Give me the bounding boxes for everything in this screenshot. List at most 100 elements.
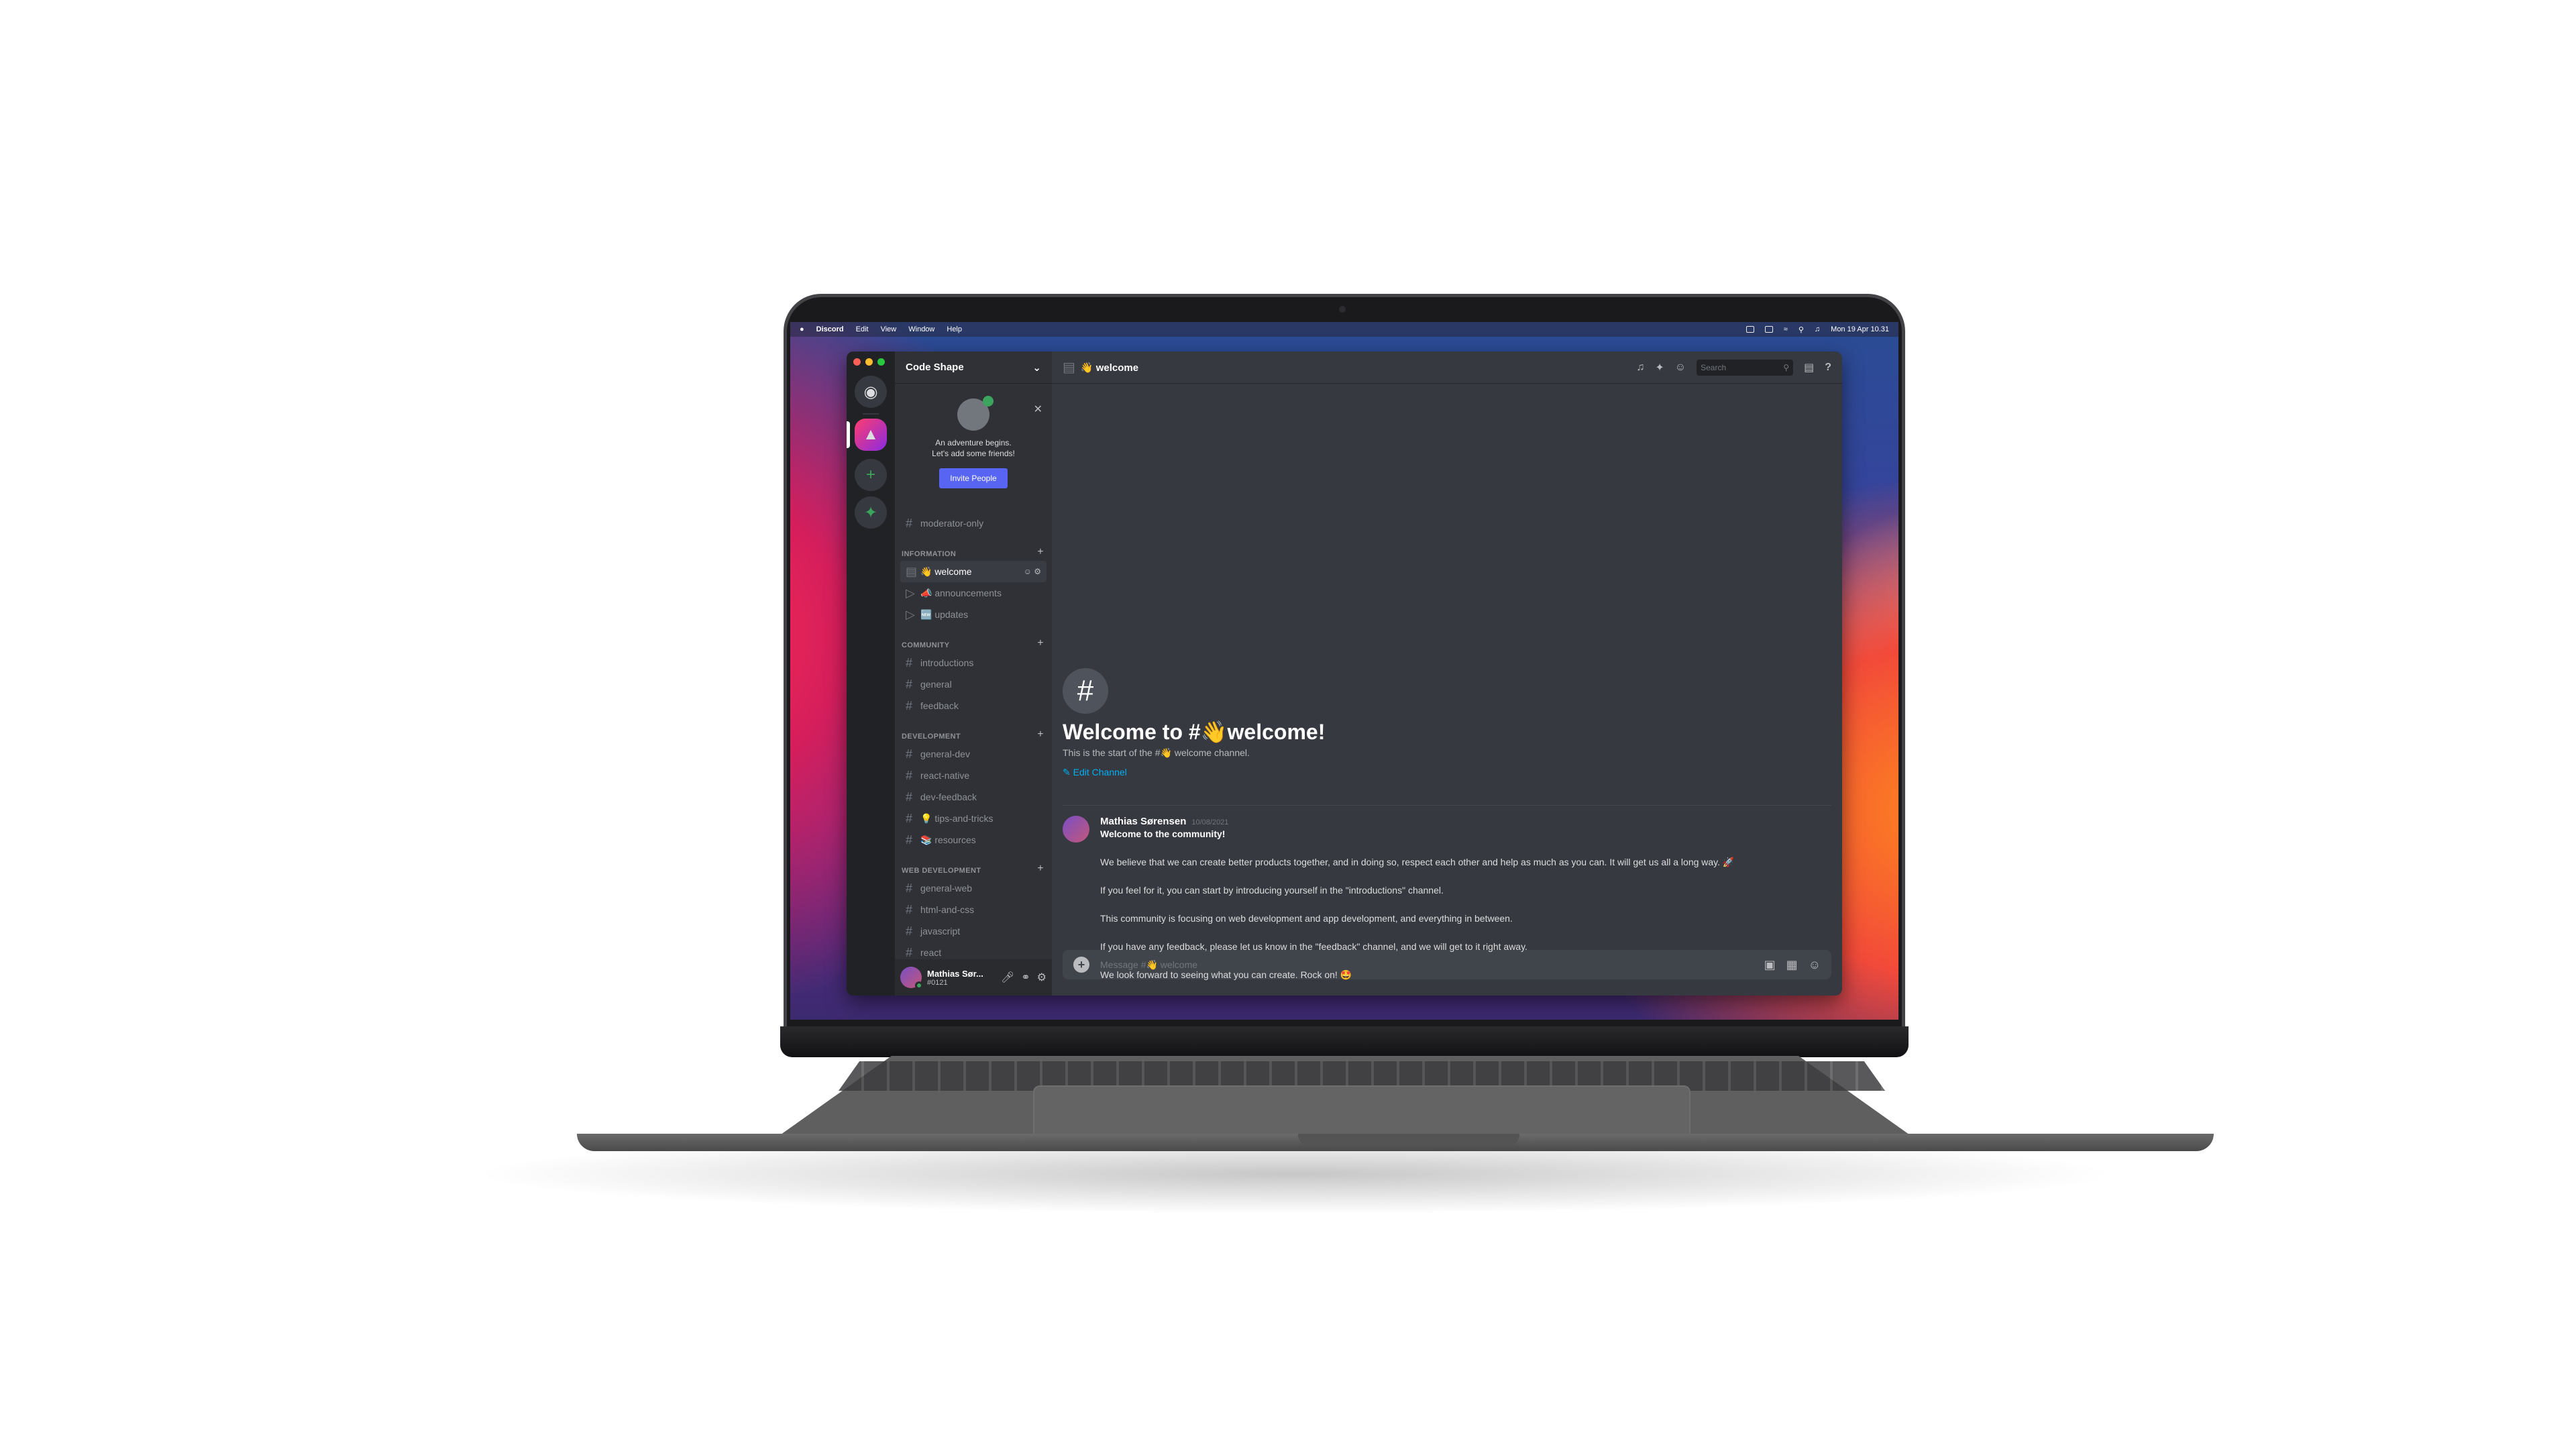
hash-icon: #: [906, 945, 913, 959]
discord-window: ◉ ▲ + ✦ Code Shape ⌄ ✕ An adventure begi…: [847, 352, 1842, 996]
channel-dev-feedback[interactable]: # dev-feedback: [900, 786, 1046, 808]
channel-label: 📚 resources: [920, 834, 976, 845]
invite-and-settings-icons[interactable]: ☺ ⚙: [1024, 567, 1041, 576]
hash-icon: #: [906, 768, 913, 782]
display-icon[interactable]: [1746, 326, 1754, 333]
laptop-hinge: [780, 1026, 1909, 1057]
menu-view[interactable]: View: [881, 325, 897, 333]
edit-channel-link[interactable]: ✎ Edit Channel: [1063, 767, 1325, 778]
user-panel: Mathias Sør... #0121 🎤︎ ⚭ ⚙: [895, 959, 1052, 996]
channel-label: general-dev: [920, 749, 970, 759]
add-channel-icon[interactable]: +: [1037, 863, 1044, 875]
menu-help[interactable]: Help: [947, 325, 962, 333]
minimize-window-button[interactable]: [865, 358, 873, 366]
channel-updates[interactable]: ▷ 🆕 updates: [900, 604, 1046, 625]
channel-label: general: [920, 679, 952, 690]
edit-channel-label: Edit Channel: [1073, 767, 1127, 777]
channel-react[interactable]: # react: [900, 942, 1046, 959]
channel-feedback[interactable]: # feedback: [900, 695, 1046, 716]
channel-label: introductions: [920, 657, 974, 668]
message-line: If you have any feedback, please let us …: [1100, 941, 1527, 952]
channel-tips-and-tricks[interactable]: # 💡 tips-and-tricks: [900, 808, 1046, 829]
help-icon[interactable]: ?: [1825, 362, 1831, 374]
screen: ● Discord Edit View Window Help ≈ ⚲ ♫ Mo…: [790, 322, 1898, 1020]
microphone-icon[interactable]: 🎤︎: [1001, 971, 1014, 984]
channel-label: 💡 tips-and-tricks: [920, 812, 994, 824]
close-icon[interactable]: ✕: [1034, 402, 1042, 416]
channel-label: feedback: [920, 700, 959, 711]
channel-html-and-css[interactable]: # html-and-css: [900, 899, 1046, 920]
menu-edit[interactable]: Edit: [856, 325, 869, 333]
channel-announcements[interactable]: ▷ 📣 announcements: [900, 582, 1046, 604]
category-community[interactable]: COMMUNITY +: [900, 633, 1046, 652]
channel-title: 👋 welcome: [1080, 362, 1139, 374]
inbox-icon[interactable]: ▤: [1804, 361, 1814, 374]
avatar[interactable]: [900, 967, 923, 989]
channel-general[interactable]: # general: [900, 674, 1046, 695]
trackpad: [1033, 1085, 1690, 1136]
user-tag: #0121: [927, 978, 948, 987]
rules-icon: ▤: [906, 564, 918, 578]
invite-card: ✕ An adventure begins. Let's add some fr…: [900, 396, 1046, 513]
channel-resources[interactable]: # 📚 resources: [900, 829, 1046, 851]
channel-introductions[interactable]: # introductions: [900, 652, 1046, 674]
server-rail: ◉ ▲ + ✦: [847, 352, 895, 996]
menu-window[interactable]: Window: [908, 325, 934, 333]
zoom-window-button[interactable]: [877, 358, 885, 366]
message-list: # Welcome to #👋welcome! This is the star…: [1052, 384, 1842, 980]
add-server-icon[interactable]: +: [855, 459, 887, 491]
channel-label: dev-feedback: [920, 792, 977, 802]
gear-icon[interactable]: ⚙: [1037, 971, 1046, 984]
discord-home-icon[interactable]: ◉: [855, 376, 887, 408]
code-shape-server-icon[interactable]: ▲: [855, 419, 887, 451]
channel-general-web[interactable]: # general-web: [900, 877, 1046, 899]
online-status-icon: [915, 981, 923, 989]
hash-icon: #: [906, 833, 913, 847]
add-channel-icon[interactable]: +: [1037, 546, 1044, 558]
close-window-button[interactable]: [853, 358, 861, 366]
megaphone-icon: ▷: [906, 607, 915, 621]
window-controls: [853, 358, 885, 366]
channel-label: html-and-css: [920, 904, 975, 915]
volume-icon[interactable]: ♫: [1815, 325, 1820, 333]
hash-icon: #: [906, 881, 913, 895]
pin-icon[interactable]: ✦: [1655, 361, 1664, 374]
invite-people-button[interactable]: Invite People: [939, 468, 1008, 488]
category-information[interactable]: INFORMATION +: [900, 542, 1046, 561]
battery-icon[interactable]: [1764, 326, 1773, 333]
invite-line-1: An adventure begins.: [935, 438, 1012, 447]
channel-moderator-only[interactable]: # moderator-only: [900, 513, 1046, 534]
server-header[interactable]: Code Shape ⌄: [895, 352, 1052, 384]
laptop-notch: [1298, 1134, 1519, 1146]
apple-icon[interactable]: ●: [800, 325, 804, 333]
add-channel-icon[interactable]: +: [1037, 637, 1044, 649]
channel-welcome[interactable]: ▤ 👋 welcome ☺ ⚙: [900, 561, 1046, 582]
channel-label: react: [920, 947, 942, 958]
hash-icon: #: [906, 790, 913, 804]
category-development[interactable]: DEVELOPMENT +: [900, 724, 1046, 743]
channel-javascript[interactable]: # javascript: [900, 920, 1046, 942]
search-input[interactable]: Search ⚲: [1697, 359, 1794, 376]
menubar-clock[interactable]: Mon 19 Apr 10.31: [1831, 325, 1889, 333]
member-list-icon[interactable]: ☺: [1675, 362, 1686, 374]
channel-welcome-header: # Welcome to #👋welcome! This is the star…: [1063, 668, 1325, 778]
hash-icon: #: [906, 516, 913, 530]
explore-servers-icon[interactable]: ✦: [855, 496, 887, 529]
invite-line-2: Let's add some friends!: [932, 449, 1015, 458]
message-author[interactable]: Mathias Sørensen: [1100, 816, 1186, 827]
channel-sidebar: Code Shape ⌄ ✕ An adventure begins. Let'…: [895, 352, 1052, 996]
menu-app-name[interactable]: Discord: [816, 325, 844, 333]
channel-react-native[interactable]: # react-native: [900, 765, 1046, 786]
channel-general-dev[interactable]: # general-dev: [900, 743, 1046, 765]
rules-icon: ▤: [1063, 360, 1075, 375]
search-menubar-icon[interactable]: ⚲: [1799, 325, 1804, 334]
wifi-icon[interactable]: ≈: [1784, 325, 1788, 333]
category-web-development[interactable]: WEB DEVELOPMENT +: [900, 859, 1046, 877]
channel-label: 🆕 updates: [920, 608, 969, 620]
bell-icon[interactable]: ♫: [1636, 362, 1644, 374]
add-channel-icon[interactable]: +: [1037, 729, 1044, 741]
headphones-icon[interactable]: ⚭: [1021, 971, 1030, 984]
hash-icon: #: [906, 677, 913, 691]
avatar[interactable]: [1063, 816, 1089, 843]
message-line: This community is focusing on web develo…: [1100, 913, 1513, 924]
